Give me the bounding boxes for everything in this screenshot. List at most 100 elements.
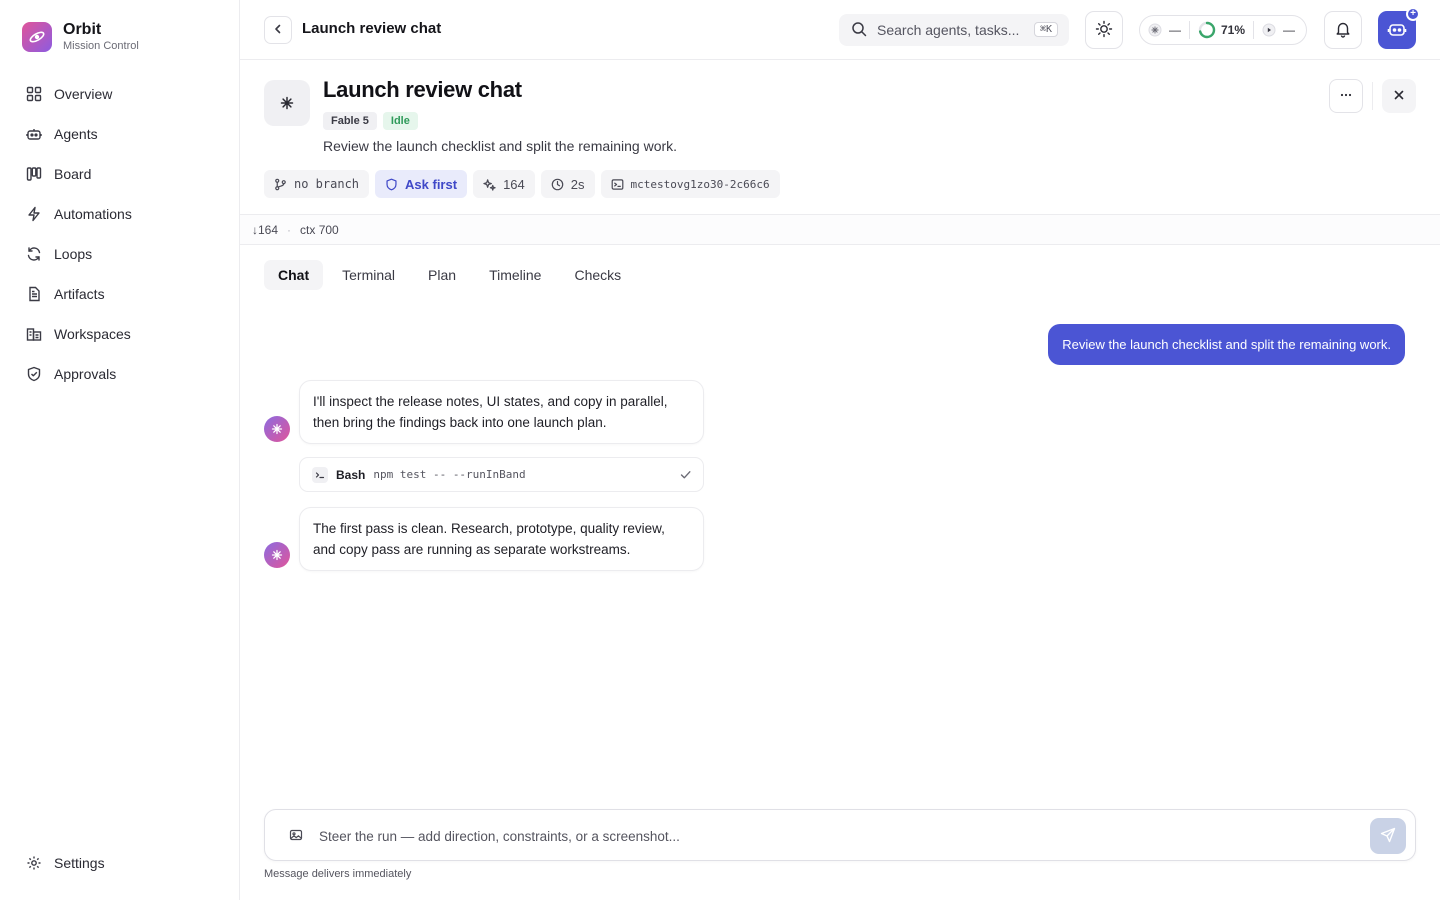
session-chip[interactable]: mctestovg1zo30-2c66c6 [600, 170, 780, 198]
branch-chip[interactable]: no branch [264, 170, 370, 198]
permission-chip[interactable]: Ask first [375, 170, 468, 198]
close-button[interactable] [1382, 79, 1416, 113]
tool-call-card[interactable]: Bash npm test -- --runInBand [299, 457, 704, 492]
kanban-icon [25, 165, 43, 183]
grid-icon [25, 85, 43, 103]
send-icon [1380, 827, 1396, 846]
status-progress-percent: 71% [1221, 23, 1246, 37]
sidebar-item-workspaces[interactable]: Workspaces [14, 316, 226, 352]
sidebar-item-label: Loops [54, 246, 93, 262]
page-title: Launch review chat [323, 77, 522, 102]
permission-chip-label: Ask first [405, 176, 458, 192]
tab-chat[interactable]: Chat [264, 260, 324, 290]
orbit-logo-icon [22, 22, 52, 52]
status-progress: 71% [1190, 16, 1253, 44]
session-chip-label: mctestovg1zo30-2c66c6 [630, 177, 770, 191]
task-icon [264, 80, 310, 126]
sidebar-item-label: Automations [54, 206, 132, 222]
stats-strip: ↓164 · ctx 700 [240, 214, 1440, 245]
brand-subtitle: Mission Control [63, 40, 139, 52]
message-input[interactable] [319, 824, 1359, 848]
back-button[interactable] [264, 16, 292, 44]
send-button[interactable] [1370, 818, 1406, 854]
building-icon [25, 325, 43, 343]
meta-chips: no branch Ask first 164 2s mctestovg1zo3… [264, 170, 786, 198]
sidebar-item-overview[interactable]: Overview [14, 76, 226, 112]
clock-icon [551, 178, 564, 191]
stat-separator: · [287, 222, 292, 237]
status-left-value: — [1169, 23, 1181, 37]
terminal-icon [312, 466, 328, 483]
robot-icon [1387, 19, 1407, 42]
sparkles-icon [483, 178, 496, 191]
assistant-avatar [264, 416, 290, 442]
search-icon [851, 21, 867, 40]
status-badge: Idle [382, 112, 418, 130]
document-icon [25, 285, 43, 303]
tab-terminal[interactable]: Terminal [328, 260, 409, 290]
sidebar-item-automations[interactable]: Automations [14, 196, 226, 232]
tokens-chip[interactable]: 164 [473, 170, 535, 198]
sidebar: Orbit Mission Control Overview Agents Bo… [0, 0, 240, 900]
spark-icon [1148, 23, 1162, 37]
tab-plan[interactable]: Plan [414, 260, 470, 290]
sidebar-item-label: Approvals [54, 366, 117, 382]
assistant-message: The first pass is clean. Research, proto… [299, 507, 704, 571]
more-options-button[interactable] [1329, 79, 1363, 113]
tokens-chip-label: 164 [503, 176, 525, 192]
assistant-avatar [264, 542, 290, 568]
top-title: Launch review chat [302, 20, 442, 37]
tab-timeline[interactable]: Timeline [475, 260, 555, 290]
assistant-message: I'll inspect the release notes, UI state… [299, 380, 704, 444]
brand-name: Orbit [63, 21, 102, 38]
search-shortcut: ⌘K [1033, 22, 1058, 37]
context-stat: ctx 700 [300, 222, 339, 237]
sidebar-item-board[interactable]: Board [14, 156, 226, 192]
header-divider [1372, 82, 1373, 110]
sidebar-item-label: Artifacts [54, 286, 105, 302]
sidebar-item-artifacts[interactable]: Artifacts [14, 276, 226, 312]
status-right-value: — [1283, 23, 1296, 37]
bolt-icon [25, 205, 43, 223]
notifications-button[interactable] [1324, 11, 1362, 49]
refresh-icon [25, 245, 43, 263]
composer-hint: Message delivers immediately [264, 868, 412, 880]
sidebar-item-approvals[interactable]: Approvals [14, 356, 226, 392]
sidebar-item-label: Workspaces [54, 326, 131, 342]
sidebar-item-settings[interactable]: Settings [14, 845, 226, 881]
close-icon [1393, 88, 1405, 104]
progress-ring-icon [1198, 21, 1216, 39]
theme-toggle-button[interactable] [1085, 11, 1123, 49]
run-status-pill[interactable]: — 71% — [1139, 15, 1307, 45]
message-composer [264, 809, 1416, 861]
sidebar-item-label: Settings [54, 855, 105, 871]
user-message: Review the launch checklist and split th… [1048, 324, 1405, 365]
duration-chip-label: 2s [570, 176, 585, 192]
play-circle-icon [1262, 23, 1276, 37]
gear-icon [25, 854, 43, 872]
task-description: Review the launch checklist and split th… [323, 138, 678, 154]
duration-chip[interactable]: 2s [540, 170, 595, 198]
top-bar: Launch review chat Search agents, tasks.… [240, 0, 1440, 60]
bell-icon [1334, 20, 1352, 41]
plus-icon: + [1406, 7, 1420, 21]
robot-icon [25, 125, 43, 143]
tab-checks[interactable]: Checks [560, 260, 635, 290]
brand[interactable]: Orbit Mission Control [22, 22, 139, 52]
sidebar-item-label: Agents [54, 126, 98, 142]
model-badge: Fable 5 [323, 112, 377, 130]
terminal-icon [611, 178, 624, 191]
sidebar-item-agents[interactable]: Agents [14, 116, 226, 152]
git-branch-icon [274, 178, 287, 191]
new-agent-button[interactable]: + [1378, 7, 1420, 49]
check-icon [679, 468, 692, 484]
shield-check-icon [25, 365, 43, 383]
sidebar-item-loops[interactable]: Loops [14, 236, 226, 272]
tool-command: npm test -- --runInBand [373, 468, 526, 481]
tool-name: Bash [336, 467, 366, 482]
sun-icon [1095, 20, 1113, 41]
sidebar-item-label: Board [54, 166, 92, 182]
image-attach-icon[interactable] [289, 828, 303, 845]
tokens-down-stat: ↓164 [252, 222, 279, 237]
search-box[interactable]: Search agents, tasks... ⌘K [839, 14, 1069, 46]
